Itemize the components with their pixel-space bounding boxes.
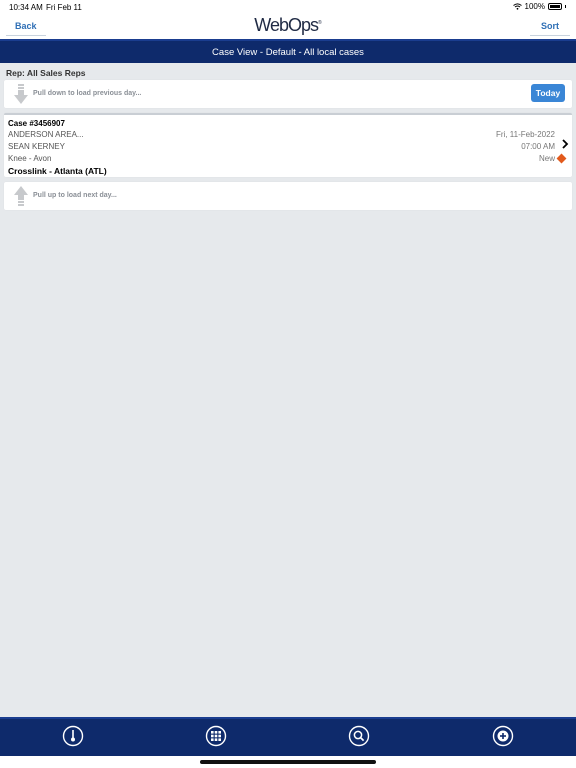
case-surgeon: SEAN KERNEY bbox=[8, 142, 65, 151]
pull-previous-text: Pull down to load previous day... bbox=[33, 90, 142, 97]
logo-mark: ® bbox=[318, 20, 322, 26]
grid-icon[interactable] bbox=[205, 725, 227, 747]
case-number: Case #3456907 bbox=[8, 119, 65, 128]
battery-percent: 100% bbox=[524, 2, 545, 11]
chevron-right-icon[interactable] bbox=[561, 139, 569, 149]
logo-text: WebOps bbox=[254, 15, 319, 35]
battery-icon bbox=[548, 3, 562, 10]
rep-filter-label[interactable]: Rep: All Sales Reps bbox=[6, 68, 86, 78]
status-date: Fri Feb 11 bbox=[46, 3, 82, 12]
logo: WebOps® bbox=[0, 15, 576, 36]
case-time: 07:00 AM bbox=[521, 142, 555, 151]
thermometer-icon[interactable] bbox=[62, 725, 84, 747]
home-indicator[interactable] bbox=[200, 760, 376, 764]
bottom-tab-bar bbox=[0, 717, 576, 756]
pull-previous-panel[interactable]: Pull down to load previous day... Today bbox=[4, 80, 572, 108]
case-procedure: Knee - Avon bbox=[8, 154, 52, 163]
status-bar: 10:34 AM Fri Feb 11 100% bbox=[0, 0, 576, 14]
pull-next-panel[interactable]: Pull up to load next day... bbox=[4, 182, 572, 210]
case-card[interactable]: Case #3456907 ANDERSON AREA... SEAN KERN… bbox=[4, 113, 572, 177]
home-indicator-area bbox=[0, 756, 576, 768]
case-status: New bbox=[538, 154, 555, 163]
status-right: 100% bbox=[512, 2, 566, 11]
arrow-down-icon bbox=[14, 84, 28, 104]
pull-next-text: Pull up to load next day... bbox=[33, 192, 117, 199]
add-circle-icon[interactable] bbox=[492, 725, 514, 747]
today-button[interactable]: Today bbox=[531, 84, 565, 102]
case-account: ANDERSON AREA... bbox=[8, 130, 84, 139]
arrow-up-icon bbox=[14, 186, 28, 206]
header: Back WebOps® Sort bbox=[0, 14, 576, 39]
wifi-icon bbox=[512, 3, 522, 10]
case-location: Crosslink - Atlanta (ATL) bbox=[8, 166, 107, 176]
case-date: Fri, 11-Feb-2022 bbox=[496, 130, 555, 139]
status-time: 10:34 AM bbox=[9, 3, 43, 12]
status-new-icon bbox=[556, 153, 567, 164]
battery-nub bbox=[565, 5, 566, 8]
sort-button[interactable]: Sort bbox=[530, 17, 570, 36]
page-title: Case View - Default - All local cases bbox=[0, 39, 576, 63]
search-icon[interactable] bbox=[348, 725, 370, 747]
